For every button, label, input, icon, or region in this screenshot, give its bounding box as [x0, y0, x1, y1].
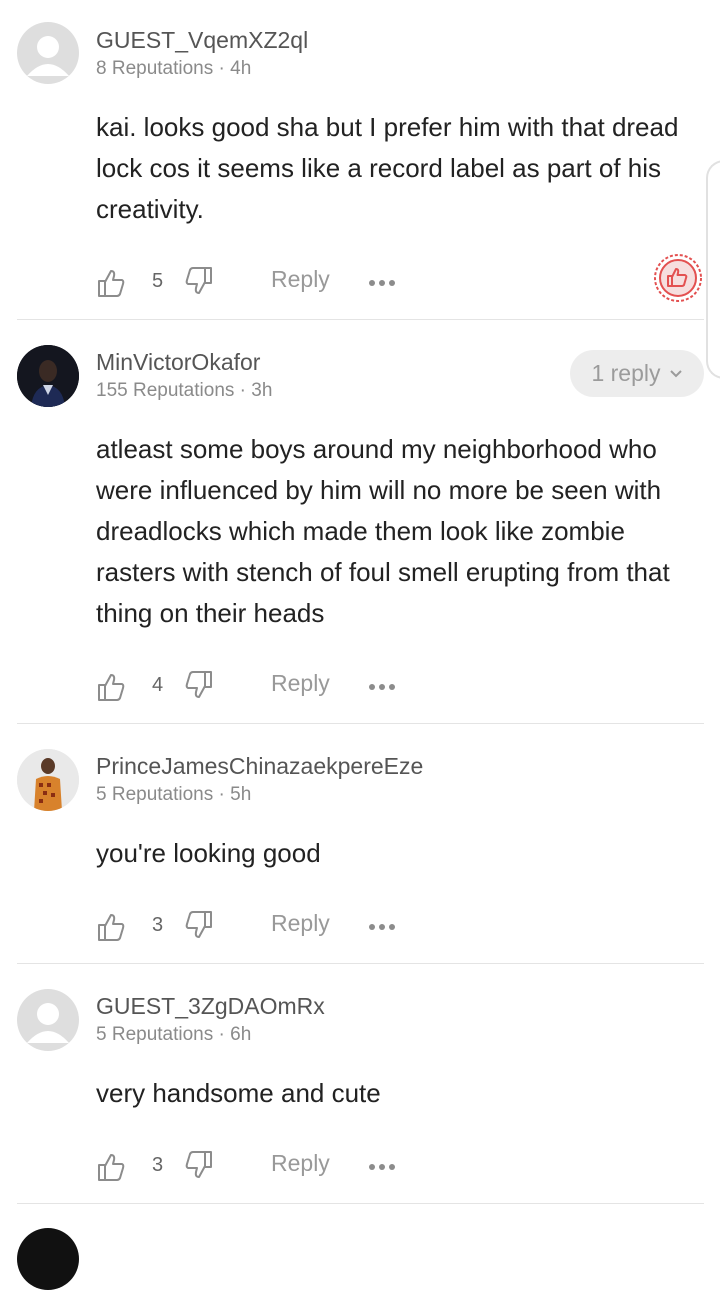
like-count: 4	[152, 674, 164, 696]
meta-separator: ·	[213, 784, 231, 805]
thumbs-up-icon[interactable]	[96, 912, 126, 942]
user-avatar[interactable]	[17, 1228, 79, 1290]
user-avatar[interactable]	[17, 749, 79, 811]
like-count: 3	[152, 1154, 164, 1176]
meta-separator: ·	[213, 1024, 231, 1045]
comment-text: kai. looks good sha but I prefer him wit…	[96, 112, 679, 224]
comment-text: you're looking good	[96, 838, 321, 868]
chevron-down-icon	[669, 369, 682, 377]
reply-button[interactable]: Reply	[271, 1150, 330, 1177]
thumbs-down-icon[interactable]	[184, 910, 214, 940]
comment-actions: 4 Reply	[96, 670, 426, 706]
divider	[17, 319, 704, 320]
comment-meta: 5 Reputations · 6h	[96, 1024, 251, 1046]
timestamp: 3h	[251, 380, 273, 401]
divider	[17, 723, 704, 724]
meta-separator: ·	[213, 58, 231, 79]
reputation: 155 Reputations	[96, 380, 235, 401]
like-count: 3	[152, 914, 164, 936]
comment-meta: 8 Reputations · 4h	[96, 58, 251, 80]
reputation: 8 Reputations	[96, 58, 214, 79]
more-dots-icon[interactable]	[368, 1162, 396, 1172]
side-panel-handle[interactable]	[706, 160, 720, 379]
reputation: 5 Reputations	[96, 784, 214, 805]
comment-actions: 3 Reply	[96, 910, 426, 946]
timestamp: 4h	[230, 58, 252, 79]
guest-avatar-icon[interactable]	[17, 22, 79, 84]
more-dots-icon[interactable]	[368, 682, 396, 692]
reply-button[interactable]: Reply	[271, 910, 330, 937]
thumbs-up-icon[interactable]	[96, 672, 126, 702]
timestamp: 5h	[230, 784, 252, 805]
thumbs-up-icon[interactable]	[96, 1152, 126, 1182]
thumbs-down-icon[interactable]	[184, 1150, 214, 1180]
timestamp: 6h	[230, 1024, 252, 1045]
comment-actions: 5 Reply	[96, 266, 426, 302]
username[interactable]: PrinceJamesChinazaekpereEze	[96, 753, 423, 780]
divider	[17, 963, 704, 964]
meta-separator: ·	[234, 380, 252, 401]
user-avatar[interactable]	[17, 345, 79, 407]
more-dots-icon[interactable]	[368, 922, 396, 932]
username[interactable]: MinVictorOkafor	[96, 349, 260, 376]
more-dots-icon[interactable]	[368, 278, 396, 288]
thumbs-up-icon[interactable]	[96, 268, 126, 298]
replies-count-label: 1 reply	[591, 360, 661, 386]
thumbs-down-icon[interactable]	[184, 266, 214, 296]
like-count: 5	[152, 270, 164, 292]
comment-actions: 3 Reply	[96, 1150, 426, 1186]
guest-avatar-icon[interactable]	[17, 989, 79, 1051]
thumbs-up-badge-icon[interactable]	[652, 252, 704, 304]
thumbs-down-icon[interactable]	[184, 670, 214, 700]
replies-toggle-button[interactable]: 1 reply	[570, 350, 704, 397]
reply-button[interactable]: Reply	[271, 266, 330, 293]
comment-meta: 155 Reputations · 3h	[96, 380, 272, 402]
reputation: 5 Reputations	[96, 1024, 214, 1045]
comment-text: atleast some boys around my neighborhood…	[96, 434, 670, 628]
username[interactable]: GUEST_3ZgDAOmRx	[96, 993, 325, 1020]
divider	[17, 1203, 704, 1204]
username[interactable]: GUEST_VqemXZ2ql	[96, 27, 308, 54]
comment-meta: 5 Reputations · 5h	[96, 784, 251, 806]
reply-button[interactable]: Reply	[271, 670, 330, 697]
comment-text: very handsome and cute	[96, 1078, 381, 1108]
